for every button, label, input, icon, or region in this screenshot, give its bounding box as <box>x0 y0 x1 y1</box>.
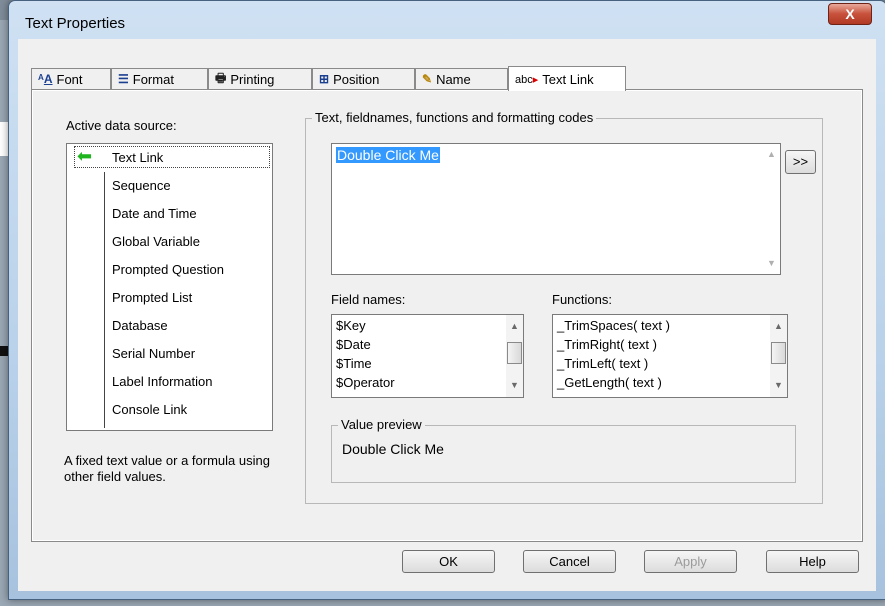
list-item[interactable]: $Date <box>336 335 395 354</box>
tab-font[interactable]: ᴬA Font <box>31 68 111 89</box>
scroll-down-icon[interactable]: ▼ <box>506 377 523 394</box>
list-item[interactable]: Text Link <box>112 148 163 168</box>
tab-label: Format <box>132 71 174 87</box>
codes-group-title: Text, fieldnames, functions and formatti… <box>312 110 597 125</box>
font-icon: ᴬA <box>38 72 53 86</box>
tab-printing[interactable]: 🖶 Printing <box>208 68 312 89</box>
scroll-up-icon[interactable]: ▲ <box>763 146 780 163</box>
data-source-list[interactable]: ⬅ Text Link Sequence Date and Time Globa… <box>66 143 273 431</box>
formula-scrollbar[interactable]: ▲ ▼ <box>763 144 780 274</box>
scroll-thumb[interactable] <box>771 342 786 364</box>
value-preview-group: Value preview Double Click Me <box>331 417 796 483</box>
list-item[interactable]: Database <box>112 316 168 336</box>
list-item[interactable]: Sequence <box>112 176 171 196</box>
value-preview-text: Double Click Me <box>342 441 444 457</box>
cancel-button[interactable]: Cancel <box>523 550 616 573</box>
list-item[interactable]: _GetLength( text ) <box>557 373 670 392</box>
tab-label: Name <box>436 71 471 87</box>
insert-button[interactable]: >> <box>785 150 816 174</box>
scroll-down-icon[interactable]: ▼ <box>770 377 787 394</box>
data-source-label: Active data source: <box>66 118 177 133</box>
tab-label: Font <box>56 71 83 87</box>
help-button[interactable]: Help <box>766 550 859 573</box>
tree-line <box>104 172 105 428</box>
functions-label: Functions: <box>552 292 612 307</box>
name-icon: ✎ <box>422 72 433 86</box>
text-link-icon: abc▸ <box>515 73 539 86</box>
list-item[interactable]: _TrimRight( text ) <box>557 335 670 354</box>
data-source-description: A fixed text value or a formula using ot… <box>64 453 270 484</box>
tab-position[interactable]: ⊞ Position <box>312 68 415 89</box>
field-names-label: Field names: <box>331 292 406 307</box>
tab-label: Position <box>333 71 380 87</box>
field-names-list[interactable]: $Key $Date $Time $Operator ▲ ▼ <box>331 314 524 398</box>
text-properties-dialog: Text Properties X ᴬA Font ☰ Format 🖶 Pri… <box>8 0 885 600</box>
tab-label: Printing <box>230 71 275 87</box>
list-item[interactable]: Date and Time <box>112 204 197 224</box>
list-item[interactable]: $Time <box>336 354 395 373</box>
scroll-up-icon[interactable]: ▲ <box>506 318 523 335</box>
format-icon: ☰ <box>118 72 129 86</box>
field-names-scrollbar[interactable]: ▲ ▼ <box>506 315 523 397</box>
list-item[interactable]: $Operator <box>336 373 395 392</box>
formula-editor[interactable]: Double Click Me ▲ ▼ <box>331 143 781 275</box>
tab-text-link[interactable]: abc▸ Text Link <box>508 66 626 91</box>
ok-button[interactable]: OK <box>402 550 495 573</box>
list-item[interactable]: Global Variable <box>112 232 200 252</box>
formula-text: Double Click Me <box>336 147 440 163</box>
tab-label: Text Link <box>542 71 594 87</box>
apply-button[interactable]: Apply <box>644 550 737 573</box>
close-button[interactable]: X <box>828 3 872 25</box>
value-preview-title: Value preview <box>338 417 425 432</box>
functions-list[interactable]: _TrimSpaces( text ) _TrimRight( text ) _… <box>552 314 788 398</box>
list-item[interactable]: Label Information <box>112 372 212 392</box>
list-item[interactable]: Prompted Question <box>112 260 224 280</box>
tab-format[interactable]: ☰ Format <box>111 68 208 89</box>
list-item[interactable]: _TrimLeft( text ) <box>557 354 670 373</box>
list-item[interactable]: _TrimSpaces( text ) <box>557 316 670 335</box>
functions-scrollbar[interactable]: ▲ ▼ <box>770 315 787 397</box>
position-icon: ⊞ <box>319 72 330 86</box>
tab-name[interactable]: ✎ Name <box>415 68 508 89</box>
list-item[interactable]: Serial Number <box>112 344 195 364</box>
list-item[interactable]: Prompted List <box>112 288 192 308</box>
printer-icon: 🖶 <box>215 70 227 85</box>
scroll-down-icon[interactable]: ▼ <box>763 255 780 272</box>
dialog-client-area: ᴬA Font ☰ Format 🖶 Printing ⊞ Position ✎… <box>18 39 876 591</box>
list-item[interactable]: Console Link <box>112 400 187 420</box>
scroll-up-icon[interactable]: ▲ <box>770 318 787 335</box>
left-arrow-icon: ⬅ <box>77 146 93 166</box>
list-item[interactable]: $Key <box>336 316 395 335</box>
window-title: Text Properties <box>25 15 126 32</box>
scroll-thumb[interactable] <box>507 342 522 364</box>
